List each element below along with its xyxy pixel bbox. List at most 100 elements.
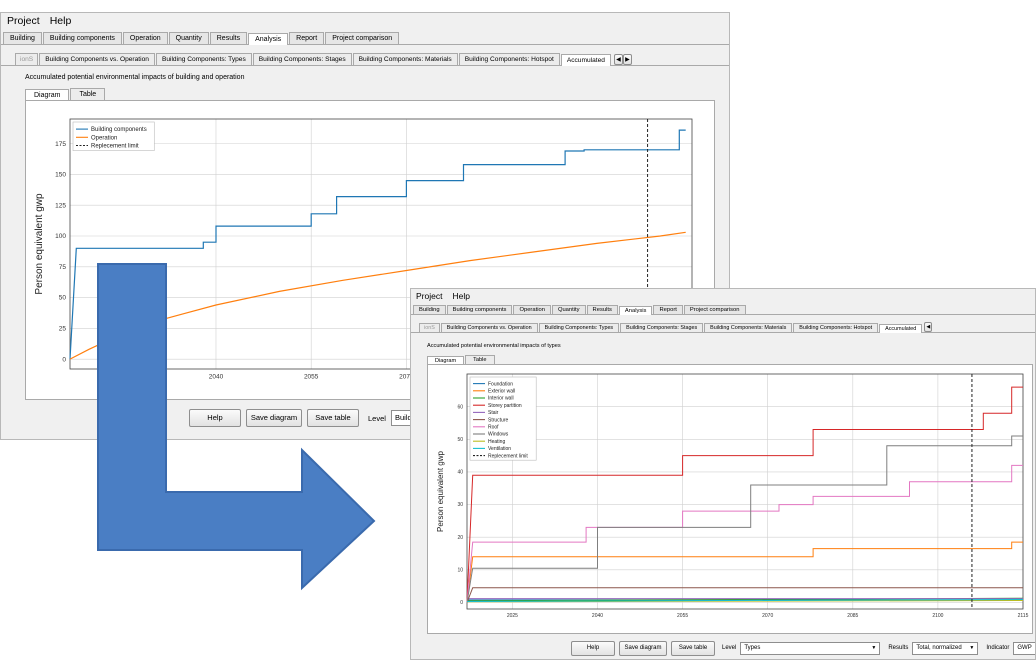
x-tick-label: 2100 <box>932 613 943 619</box>
tab-analysis[interactable]: Analysis <box>248 33 289 45</box>
tab-building-components[interactable]: Building components <box>42 32 122 44</box>
y-tick-label: 10 <box>457 568 463 574</box>
tab-quantity[interactable]: Quantity <box>551 305 586 314</box>
tab-report[interactable]: Report <box>289 32 325 44</box>
analysis-tab-bar: ionS Building Components vs. Operation B… <box>1 50 729 66</box>
legend-label: Replecement limit <box>488 453 528 459</box>
tab-building[interactable]: Building <box>3 32 42 44</box>
level-select-value: Types <box>744 644 761 651</box>
view-tab-bar: Diagram Table <box>25 86 715 101</box>
save-table-button[interactable]: Save table <box>671 640 715 656</box>
tab-components-types[interactable]: Building Components: Types <box>538 323 620 332</box>
legend-label: Building components <box>91 127 147 133</box>
menu-project[interactable]: Project <box>7 15 40 27</box>
section-title: Accumulated potential environmental impa… <box>25 74 245 81</box>
transition-arrow <box>97 263 376 591</box>
tab-project-comparison[interactable]: Project comparison <box>325 32 400 44</box>
tab-accumulated[interactable]: Accumulated <box>560 54 611 66</box>
tab-components-types[interactable]: Building Components: Types <box>155 53 252 65</box>
y-tick-label: 30 <box>457 502 463 508</box>
indicator-label: Indicator <box>986 645 1010 651</box>
legend-label: Windows <box>488 432 509 438</box>
menu-bar: Project Help <box>1 13 729 29</box>
legend-label: Stair <box>488 410 499 416</box>
tab-quantity[interactable]: Quantity <box>168 32 209 44</box>
menu-bar: Project Help <box>411 289 1035 302</box>
chevron-down-icon: ▼ <box>969 644 975 651</box>
bottom-toolbar: Help Save diagram Save table Level Types… <box>571 640 1035 656</box>
y-axis-label: Person equivalent gwp <box>34 193 45 295</box>
tab-components-hotspot[interactable]: Building Components: Hotspot <box>793 323 879 332</box>
indicator-select[interactable]: GWP ▼ <box>1013 641 1035 655</box>
plot-frame <box>466 373 1024 610</box>
tab-components-vs-operation[interactable]: Building Components vs. Operation <box>440 323 538 332</box>
tab-accumulated[interactable]: Accumulated <box>879 324 923 333</box>
y-tick-label: 50 <box>457 437 463 443</box>
main-tab-bar: Building Building components Operation Q… <box>411 302 1035 315</box>
indicator-select-value: GWP <box>1017 644 1032 651</box>
legend-label: Exterior wall <box>488 388 515 394</box>
series-line <box>466 435 1023 603</box>
tab-components-vs-operation[interactable]: Building Components vs. Operation <box>39 53 155 65</box>
help-button[interactable]: Help <box>571 640 615 656</box>
tab-building[interactable]: Building <box>413 305 446 314</box>
tab-components-materials[interactable]: Building Components: Materials <box>352 53 458 65</box>
y-axis-label: Person equivalent gwp <box>436 450 445 531</box>
tab-scroll-left-button[interactable]: ◀ <box>924 322 933 332</box>
series-line <box>466 541 1023 603</box>
legend-label: Roof <box>488 424 499 430</box>
tab-results[interactable]: Results <box>586 305 618 314</box>
tab-scroll-left-button[interactable]: ◀ <box>613 54 623 65</box>
tab-project-comparison[interactable]: Project comparison <box>683 305 746 314</box>
legend-label: Structure <box>488 417 509 423</box>
tab-scroll-right-button[interactable]: ▶ <box>622 54 632 65</box>
x-tick-label: 2070 <box>762 613 773 619</box>
tab-report[interactable]: Report <box>653 305 683 314</box>
y-tick-label: 0 <box>62 356 66 363</box>
y-tick-label: 100 <box>55 233 66 240</box>
series-line <box>466 386 1023 603</box>
tab-table[interactable]: Table <box>465 355 495 364</box>
tab-analysis-partial[interactable]: ionS <box>15 53 39 65</box>
tab-operation[interactable]: Operation <box>513 305 551 314</box>
y-tick-label: 125 <box>55 202 66 209</box>
tab-components-hotspot[interactable]: Building Components: Hotspot <box>458 53 560 65</box>
analysis-tab-bar: ionS Building Components vs. Operation B… <box>411 320 1035 333</box>
tab-building-components[interactable]: Building components <box>446 305 513 314</box>
legend-label: Interior wall <box>488 396 514 402</box>
legend-label: Replecement limit <box>91 144 139 150</box>
level-label: Level <box>722 645 737 651</box>
x-tick-label: 2025 <box>507 613 518 619</box>
x-tick-label: 2040 <box>592 613 603 619</box>
front-window: Project Help Building Building component… <box>410 288 1036 660</box>
x-tick-label: 2085 <box>847 613 858 619</box>
legend-label: Storey partition <box>488 403 522 409</box>
tab-components-materials[interactable]: Building Components: Materials <box>704 323 793 332</box>
level-select[interactable]: Types ▼ <box>740 641 881 655</box>
y-tick-label: 20 <box>457 535 463 541</box>
y-tick-label: 50 <box>59 295 67 302</box>
y-tick-label: 0 <box>460 600 463 606</box>
results-select-value: Total, normalized <box>916 644 962 651</box>
main-tab-bar: Building Building components Operation Q… <box>1 29 729 45</box>
save-diagram-button[interactable]: Save diagram <box>619 640 667 656</box>
menu-project[interactable]: Project <box>416 291 442 301</box>
tab-table[interactable]: Table <box>70 88 106 100</box>
tab-analysis[interactable]: Analysis <box>618 306 653 315</box>
legend-label: Ventilation <box>488 446 511 452</box>
tab-operation[interactable]: Operation <box>122 32 168 44</box>
chevron-down-icon: ▼ <box>871 644 877 651</box>
x-tick-label: 2055 <box>677 613 688 619</box>
accumulated-types-chart: 2025 2040 2055 2070 2085 2100 2115 0 10 20 30 40 50 6… <box>436 373 1029 619</box>
tab-analysis-partial[interactable]: ionS <box>419 323 440 332</box>
legend-label: Foundation <box>488 381 513 387</box>
menu-help[interactable]: Help <box>50 15 72 27</box>
x-tick-label: 2115 <box>1018 613 1029 619</box>
tab-components-stages[interactable]: Building Components: Stages <box>252 53 352 65</box>
menu-help[interactable]: Help <box>452 291 469 301</box>
tab-results[interactable]: Results <box>209 32 248 44</box>
section-title: Accumulated potential environmental impa… <box>427 343 561 349</box>
y-tick-label: 75 <box>59 264 67 271</box>
tab-components-stages[interactable]: Building Components: Stages <box>620 323 704 332</box>
results-select[interactable]: Total, normalized ▼ <box>912 641 979 655</box>
